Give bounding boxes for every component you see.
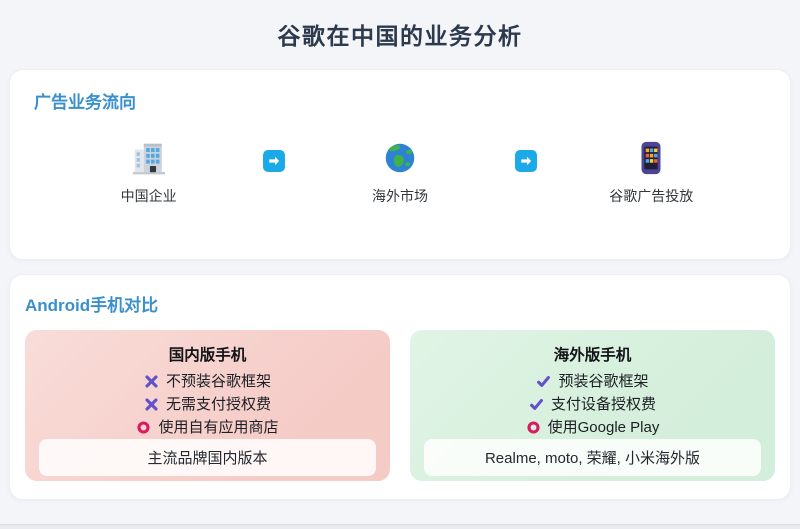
ad-flow-card: 广告业务流向 中国企业 海外市场 谷歌广告投放: [9, 69, 791, 260]
list-item: 预装谷歌框架: [424, 370, 761, 393]
flow-step-label: 中国企业: [120, 188, 177, 204]
circle-icon: [527, 421, 540, 434]
list-item-text: 无需支付授权费: [165, 396, 271, 413]
flow-step-label: 谷歌广告投放: [609, 188, 694, 204]
arrow-right-icon: [263, 150, 286, 172]
overseas-phone-panel: 海外版手机 预装谷歌框架 支付设备授权费 使用Google Play Realm…: [410, 330, 775, 481]
list-item-text: 使用Google Play: [547, 419, 660, 436]
domestic-phone-panel: 国内版手机 不预装谷歌框架 无需支付授权费 使用自有应用商店 主流品牌国内版本: [25, 330, 390, 481]
cross-icon: [145, 375, 158, 388]
android-compare-heading: Android手机对比: [25, 296, 159, 315]
list-item-text: 支付设备授权费: [550, 396, 656, 413]
arrow-right-icon: [514, 150, 537, 172]
panel-item-list: 预装谷歌框架 支付设备授权费 使用Google Play: [424, 370, 761, 439]
flow-step-google-ads: 谷歌广告投放: [606, 139, 696, 206]
list-item-text: 预装谷歌框架: [558, 373, 649, 390]
check-icon: [530, 399, 543, 410]
compare-panels: 国内版手机 不预装谷歌框架 无需支付授权费 使用自有应用商店 主流品牌国内版本 …: [25, 330, 775, 481]
domestic-footer-pill: 主流品牌国内版本: [39, 439, 376, 476]
ad-flow-heading: 广告业务流向: [34, 93, 136, 112]
overseas-footer-pill: Realme, moto, 荣耀, 小米海外版: [424, 439, 761, 476]
globe-icon: [385, 143, 415, 173]
flow-step-overseas-market: 海外市场: [355, 139, 445, 206]
ad-flow-diagram: 中国企业 海外市场 谷歌广告投放: [34, 139, 766, 206]
cross-icon: [145, 398, 158, 411]
smartphone-apps-icon: [641, 141, 661, 175]
list-item: 不预装谷歌框架: [39, 370, 376, 393]
android-compare-card: Android手机对比 国内版手机 不预装谷歌框架 无需支付授权费 使用自有应用…: [9, 274, 791, 500]
page-title: 谷歌在中国的业务分析: [277, 23, 523, 49]
list-item: 使用自有应用商店: [39, 416, 376, 439]
office-building-icon: [132, 143, 165, 175]
panel-title: 海外版手机: [553, 347, 632, 364]
flow-step-label: 海外市场: [371, 188, 428, 204]
list-item: 使用Google Play: [424, 416, 761, 439]
list-item: 无需支付授权费: [39, 393, 376, 416]
list-item-text: 使用自有应用商店: [158, 419, 279, 436]
list-item: 支付设备授权费: [424, 393, 761, 416]
circle-icon: [137, 421, 151, 434]
panel-title: 国内版手机: [168, 347, 247, 364]
panel-item-list: 不预装谷歌框架 无需支付授权费 使用自有应用商店: [39, 370, 376, 439]
page-bottom-divider: [0, 524, 800, 529]
flow-step-china-company: 中国企业: [104, 139, 194, 206]
list-item-text: 不预装谷歌框架: [165, 373, 271, 390]
check-icon: [537, 376, 551, 387]
